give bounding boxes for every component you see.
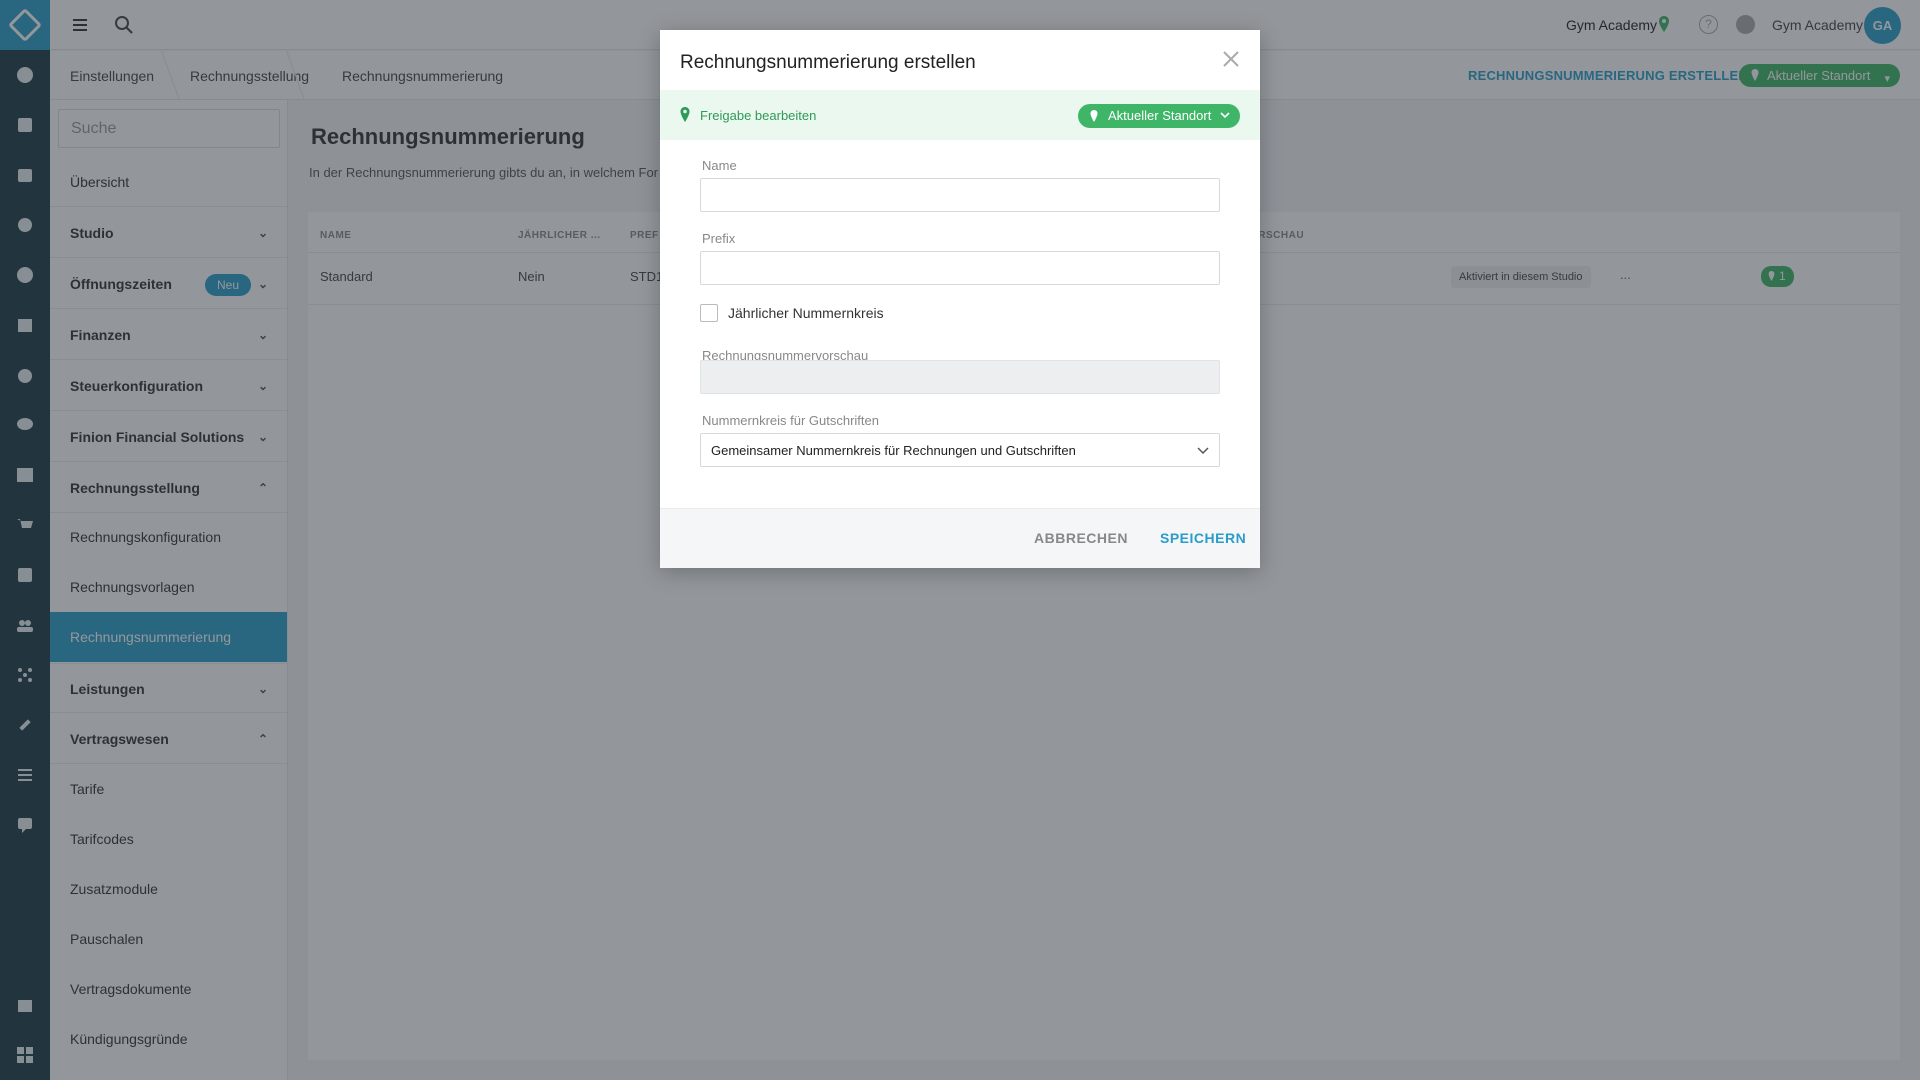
save-button[interactable]: SPEICHERN	[1160, 530, 1246, 546]
close-icon[interactable]	[1219, 47, 1243, 71]
share-location-select[interactable]: Aktueller Standort	[1078, 104, 1240, 128]
credit-label: Nummernkreis für Gutschriften	[702, 413, 879, 428]
credit-numbering-select[interactable]: Gemeinsamer Nummernkreis für Rechnungen …	[700, 433, 1220, 467]
prefix-label: Prefix	[702, 231, 736, 246]
dialog-footer: ABBRECHEN SPEICHERN	[660, 508, 1260, 568]
preview-field	[700, 360, 1220, 394]
create-numbering-dialog: Rechnungsnummerierung erstellen Freigabe…	[660, 30, 1260, 568]
credit-numbering-value: Gemeinsamer Nummernkreis für Rechnungen …	[711, 443, 1076, 458]
name-label: Name	[702, 158, 737, 173]
location-pin-icon	[1090, 110, 1098, 122]
name-field[interactable]	[700, 178, 1220, 212]
dialog-title: Rechnungsnummerierung erstellen	[680, 52, 976, 73]
yearly-checkbox[interactable]	[700, 304, 718, 322]
share-location-label: Aktueller Standort	[1108, 108, 1212, 123]
prefix-field[interactable]	[700, 251, 1220, 285]
chevron-down-icon	[1220, 112, 1230, 119]
edit-sharing-link[interactable]: Freigabe bearbeiten	[700, 108, 816, 123]
chevron-down-icon	[1197, 447, 1209, 455]
share-bar: Freigabe bearbeiten Aktueller Standort	[660, 90, 1260, 140]
cancel-button[interactable]: ABBRECHEN	[1034, 530, 1128, 546]
location-pin-icon	[680, 107, 690, 122]
yearly-checkbox-label[interactable]: Jährlicher Nummernkreis	[728, 305, 884, 321]
